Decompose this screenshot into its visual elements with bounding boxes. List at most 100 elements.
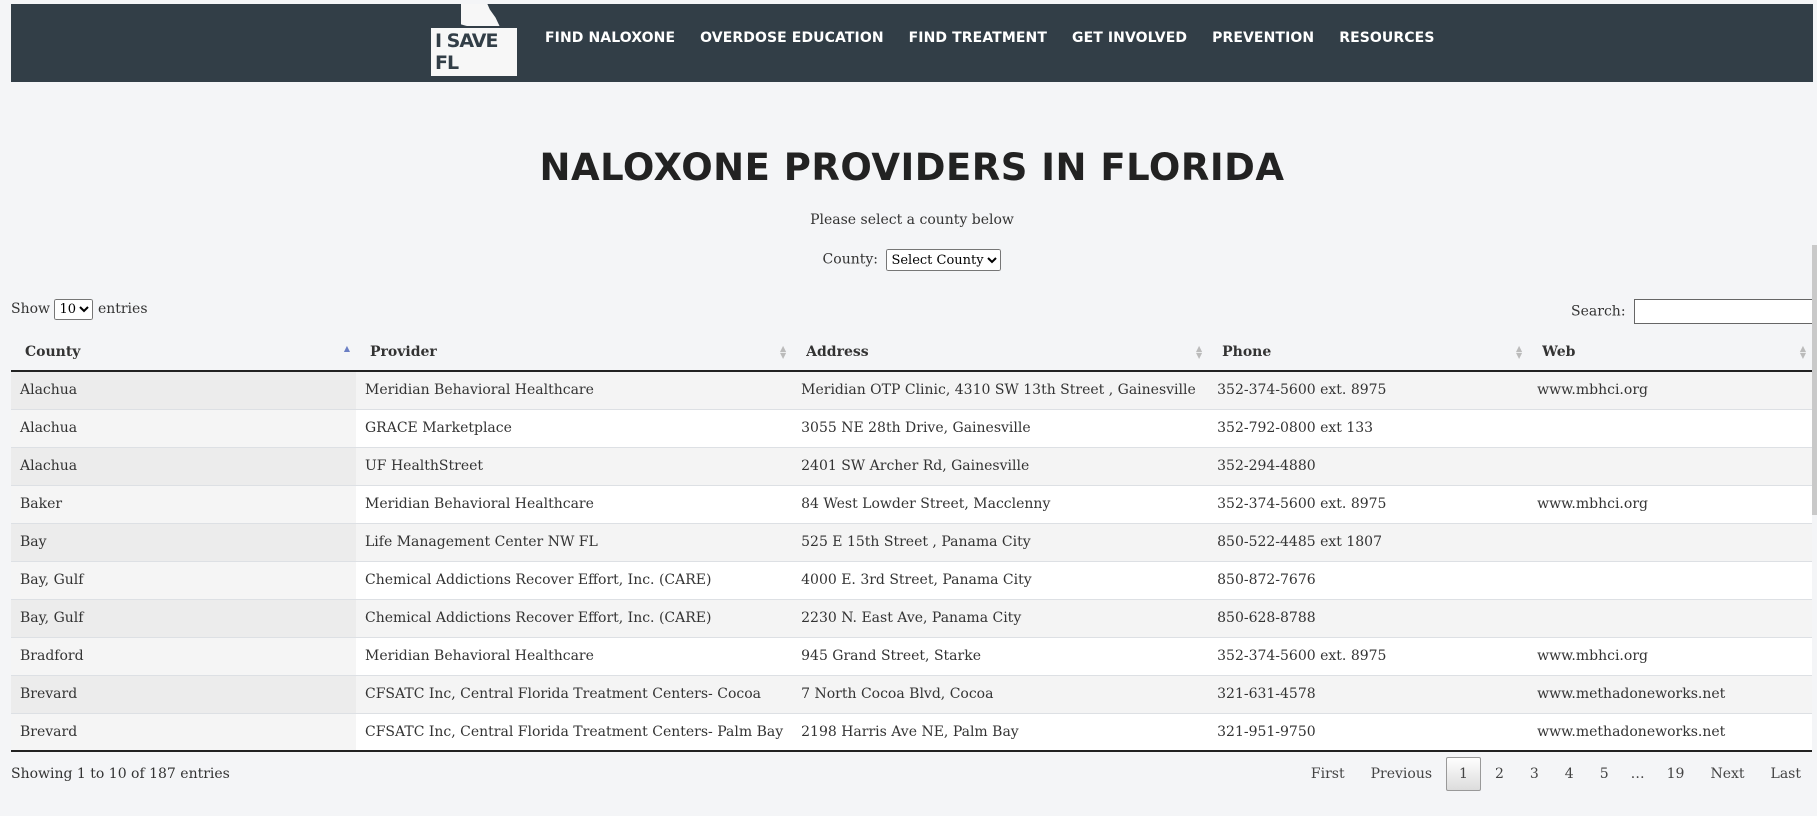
cell-provider: CFSATC Inc, Central Florida Treatment Ce…	[356, 713, 793, 752]
cell-phone: 352-374-5600 ext. 8975	[1208, 485, 1529, 524]
top-nav: I SAVE FL FIND NALOXONE OVERDOSE EDUCATI…	[11, 4, 1813, 82]
cell-provider: Chemical Addictions Recover Effort, Inc.…	[356, 561, 793, 600]
county-label: County:	[822, 251, 878, 268]
cell-web	[1528, 599, 1812, 638]
column-header-label: Web	[1542, 343, 1576, 360]
cell-county: Bay, Gulf	[11, 599, 356, 638]
table-search-control: Search:	[1571, 299, 1813, 324]
pagination-ellipsis: …	[1630, 766, 1645, 782]
table-info: Showing 1 to 10 of 187 entries	[11, 766, 230, 782]
cell-county: Alachua	[11, 447, 356, 486]
cell-address: 945 Grand Street, Starke	[792, 637, 1209, 676]
nav-link-get-involved[interactable]: GET INVOLVED	[1072, 30, 1187, 46]
cell-address: 3055 NE 28th Drive, Gainesville	[792, 409, 1209, 448]
cell-address: 525 E 15th Street , Panama City	[792, 523, 1209, 562]
pagination-next-button[interactable]: Next	[1698, 758, 1756, 790]
search-input[interactable]	[1634, 299, 1813, 324]
nav-link-overdose-education[interactable]: OVERDOSE EDUCATION	[700, 30, 884, 46]
cell-county: Alachua	[11, 409, 356, 448]
column-header-provider[interactable]: Provider ▲ ▼	[356, 333, 793, 372]
cell-address: 4000 E. 3rd Street, Panama City	[792, 561, 1209, 600]
cell-county: Bradford	[11, 637, 356, 676]
table-row: Brevard CFSATC Inc, Central Florida Trea…	[11, 713, 1812, 752]
table-row: Bradford Meridian Behavioral Healthcare …	[11, 637, 1812, 676]
pagination-page-1[interactable]: 1	[1446, 757, 1481, 791]
cell-web[interactable]: www.mbhci.org	[1528, 485, 1812, 524]
cell-provider: CFSATC Inc, Central Florida Treatment Ce…	[356, 675, 793, 714]
nav-link-find-treatment[interactable]: FIND TREATMENT	[909, 30, 1047, 46]
show-label: Show	[11, 301, 51, 317]
cell-phone: 321-951-9750	[1208, 713, 1529, 752]
pagination-page-5[interactable]: 5	[1588, 758, 1621, 790]
pagination-last-button[interactable]: Last	[1759, 758, 1813, 790]
cell-provider: Meridian Behavioral Healthcare	[356, 637, 793, 676]
cell-provider: Meridian Behavioral Healthcare	[356, 485, 793, 524]
entries-length-control: Show 10 entries	[11, 299, 148, 320]
table-header-row: County ▲ Provider ▲ ▼ Address ▲ ▼ Phone ▲ ▼	[11, 333, 1812, 372]
county-select[interactable]: Select County	[886, 249, 1002, 271]
sort-both-icon: ▲ ▼	[1515, 343, 1523, 360]
cell-web[interactable]: www.mbhci.org	[1528, 371, 1812, 410]
pagination-page-3[interactable]: 3	[1518, 758, 1551, 790]
cell-county: Brevard	[11, 675, 356, 714]
page-subtitle: Please select a county below	[810, 212, 1014, 228]
table-row: Alachua GRACE Marketplace 3055 NE 28th D…	[11, 409, 1812, 448]
cell-provider: Meridian Behavioral Healthcare	[356, 371, 793, 410]
entries-length-select[interactable]: 10	[54, 299, 94, 320]
table-row: Bay, Gulf Chemical Addictions Recover Ef…	[11, 599, 1812, 638]
cell-address: 2401 SW Archer Rd, Gainesville	[792, 447, 1209, 486]
column-header-county[interactable]: County ▲	[11, 333, 356, 372]
providers-table: County ▲ Provider ▲ ▼ Address ▲ ▼ Phone ▲ ▼	[11, 333, 1812, 752]
table-row: Alachua UF HealthStreet 2401 SW Archer R…	[11, 447, 1812, 486]
cell-provider: GRACE Marketplace	[356, 409, 793, 448]
cell-web	[1528, 409, 1812, 448]
pagination-page-2[interactable]: 2	[1483, 758, 1516, 790]
cell-phone: 850-628-8788	[1208, 599, 1529, 638]
cell-phone: 352-374-5600 ext. 8975	[1208, 637, 1529, 676]
nav-link-resources[interactable]: RESOURCES	[1339, 30, 1434, 46]
column-header-address[interactable]: Address ▲ ▼	[792, 333, 1209, 372]
column-header-phone[interactable]: Phone ▲ ▼	[1208, 333, 1529, 372]
column-header-web[interactable]: Web ▲ ▼	[1528, 333, 1812, 372]
cell-county: Brevard	[11, 713, 356, 752]
page-scrollbar[interactable]	[1812, 245, 1817, 515]
cell-web[interactable]: www.methadoneworks.net	[1528, 713, 1812, 752]
cell-web	[1528, 523, 1812, 562]
sort-both-icon: ▲ ▼	[1195, 343, 1203, 360]
cell-web	[1528, 561, 1812, 600]
table-row: Bay, Gulf Chemical Addictions Recover Ef…	[11, 561, 1812, 600]
cell-address: Meridian OTP Clinic, 4310 SW 13th Street…	[792, 371, 1209, 410]
pagination-previous-button[interactable]: Previous	[1359, 758, 1444, 790]
cell-county: Alachua	[11, 371, 356, 410]
table-row: Bay Life Management Center NW FL 525 E 1…	[11, 523, 1812, 562]
site-logo[interactable]: I SAVE FL	[419, 4, 519, 78]
pagination-first-button[interactable]: First	[1299, 758, 1357, 790]
column-header-label: Address	[806, 343, 869, 360]
cell-phone: 352-792-0800 ext 133	[1208, 409, 1529, 448]
column-header-label: County	[25, 343, 81, 360]
cell-county: Bay	[11, 523, 356, 562]
sort-both-icon: ▲ ▼	[779, 343, 787, 360]
entries-label: entries	[97, 301, 148, 317]
cell-phone: 352-294-4880	[1208, 447, 1529, 486]
nav-links: FIND NALOXONE OVERDOSE EDUCATION FIND TR…	[545, 30, 1460, 46]
cell-phone: 352-374-5600 ext. 8975	[1208, 371, 1529, 410]
cell-provider: Chemical Addictions Recover Effort, Inc.…	[356, 599, 793, 638]
cell-county: Baker	[11, 485, 356, 524]
cell-phone: 321-631-4578	[1208, 675, 1529, 714]
pagination-page-19[interactable]: 19	[1655, 758, 1697, 790]
cell-phone: 850-872-7676	[1208, 561, 1529, 600]
pagination-page-4[interactable]: 4	[1553, 758, 1586, 790]
table-row: Baker Meridian Behavioral Healthcare 84 …	[11, 485, 1812, 524]
page: I SAVE FL FIND NALOXONE OVERDOSE EDUCATI…	[0, 0, 1817, 816]
column-header-label: Phone	[1222, 343, 1272, 360]
cell-address: 84 West Lowder Street, Macclenny	[792, 485, 1209, 524]
logo-text: I SAVE FL	[429, 26, 519, 78]
column-header-label: Provider	[370, 343, 437, 360]
county-filter: County: Select County	[11, 249, 1813, 271]
cell-provider: Life Management Center NW FL	[356, 523, 793, 562]
nav-link-prevention[interactable]: PREVENTION	[1212, 30, 1314, 46]
cell-web[interactable]: www.mbhci.org	[1528, 637, 1812, 676]
nav-link-find-naloxone[interactable]: FIND NALOXONE	[545, 30, 675, 46]
cell-web[interactable]: www.methadoneworks.net	[1528, 675, 1812, 714]
